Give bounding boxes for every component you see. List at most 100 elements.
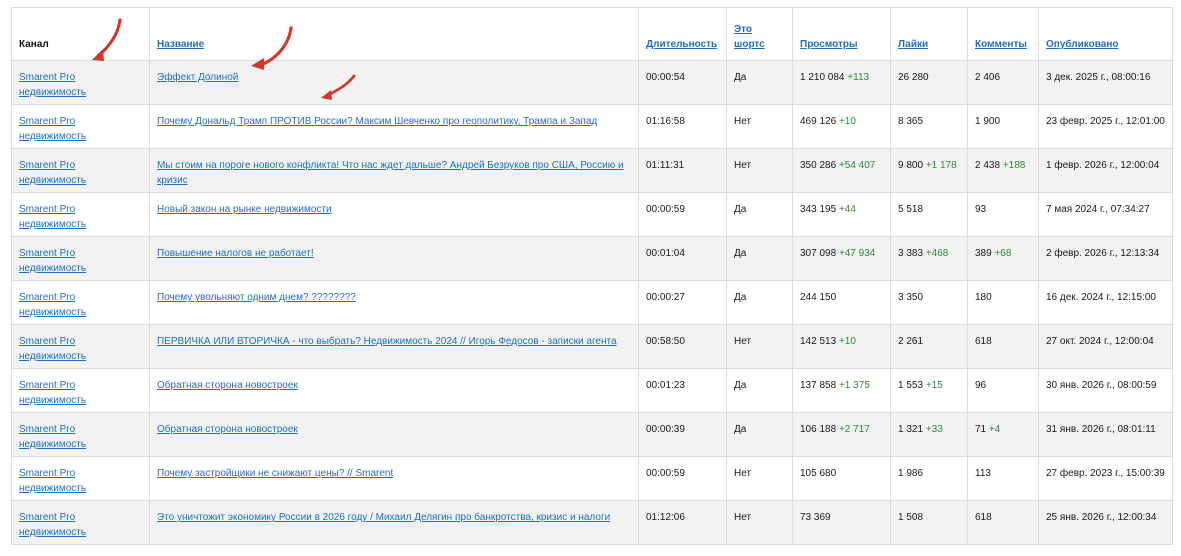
cell-title: Почему застройщики не снижают цены? // S… xyxy=(149,456,639,501)
video-title-link[interactable]: Это уничтожит экономику России в 2026 го… xyxy=(157,512,610,523)
views-value: 106 188 xyxy=(800,424,837,435)
header-comments[interactable]: Комменты xyxy=(967,7,1039,61)
table-row: Smarent Pro недвижимость Обратная сторона… xyxy=(11,368,1173,413)
videos-table: Канал Название Длительность Это шортс Пр… xyxy=(11,7,1173,545)
cell-published: 25 янв. 2026 г., 12:00:34 xyxy=(1038,500,1173,545)
channel-link[interactable]: Smarent Pro недвижимость xyxy=(19,468,86,494)
views-delta: +44 xyxy=(838,204,856,215)
channel-link[interactable]: Smarent Pro недвижимость xyxy=(19,160,86,186)
channel-link[interactable]: Smarent Pro недвижимость xyxy=(19,424,86,450)
cell-duration: 01:12:06 xyxy=(638,500,727,545)
duration-value: 00:00:39 xyxy=(646,424,685,435)
cell-duration: 00:00:59 xyxy=(638,192,727,237)
video-title-link[interactable]: Повышение налогов не работает! xyxy=(157,248,314,259)
header-views[interactable]: Просмотры xyxy=(792,7,891,61)
cell-channel: Smarent Pro недвижимость xyxy=(11,324,150,369)
channel-link[interactable]: Smarent Pro недвижимость xyxy=(19,292,86,318)
sort-title-link[interactable]: Название xyxy=(157,39,204,50)
cell-title: Обратная сторона новостроек xyxy=(149,368,639,413)
video-title-link[interactable]: Обратная сторона новостроек xyxy=(157,424,298,435)
views-delta: +10 xyxy=(838,116,856,127)
video-title-link[interactable]: Эффект Долиной xyxy=(157,72,238,83)
published-value: 27 окт. 2024 г., 12:00:04 xyxy=(1046,336,1154,347)
channel-link[interactable]: Smarent Pro недвижимость xyxy=(19,72,86,98)
comments-value: 2 438 xyxy=(975,160,1001,171)
header-likes[interactable]: Лайки xyxy=(890,7,968,61)
views-delta: +113 xyxy=(847,72,870,83)
comments-value: 180 xyxy=(975,292,992,303)
cell-title: Почему увольняют одним днем? ???????? xyxy=(149,280,639,325)
channel-link[interactable]: Smarent Pro недвижимость xyxy=(19,248,86,274)
video-title-link[interactable]: Обратная сторона новостроек xyxy=(157,380,298,391)
comments-value: 1 900 xyxy=(975,116,1001,127)
channel-link[interactable]: Smarent Pro недвижимость xyxy=(19,512,86,538)
cell-comments: 618 xyxy=(967,500,1039,545)
cell-views: 343 195 +44 xyxy=(792,192,891,237)
video-title-link[interactable]: Мы стоим на пороге нового конфликта! Что… xyxy=(157,160,624,186)
cell-title: Обратная сторона новостроек xyxy=(149,412,639,457)
cell-shorts: Нет xyxy=(726,500,793,545)
cell-views: 307 098 +47 934 xyxy=(792,236,891,281)
table-row: Smarent Pro недвижимость ПЕРВИЧКА ИЛИ ВТО… xyxy=(11,324,1173,369)
channel-link[interactable]: Smarent Pro недвижимость xyxy=(19,336,86,362)
sort-shorts-link[interactable]: Это шортс xyxy=(734,24,765,50)
video-title-link[interactable]: Почему Дональд Трамп ПРОТИВ России? Макс… xyxy=(157,116,597,127)
cell-title: Эффект Долиной xyxy=(149,60,639,105)
comments-value: 618 xyxy=(975,336,992,347)
video-title-link[interactable]: Почему увольняют одним днем? ???????? xyxy=(157,292,356,303)
published-value: 27 февр. 2023 г., 15:00:39 xyxy=(1046,468,1165,479)
views-value: 469 126 xyxy=(800,116,837,127)
published-value: 30 янв. 2026 г., 08:00:59 xyxy=(1046,380,1157,391)
comments-value: 2 406 xyxy=(975,72,1001,83)
sort-views-link[interactable]: Просмотры xyxy=(800,39,858,50)
published-value: 16 дек. 2024 г., 12:15:00 xyxy=(1046,292,1156,303)
header-duration[interactable]: Длительность xyxy=(638,7,727,61)
cell-likes: 1 508 xyxy=(890,500,968,545)
cell-channel: Smarent Pro недвижимость xyxy=(11,280,150,325)
likes-delta: +1 178 xyxy=(925,160,957,171)
video-title-link[interactable]: Новый закон на рынке недвижимости xyxy=(157,204,332,215)
cell-title: Мы стоим на пороге нового конфликта! Что… xyxy=(149,148,639,193)
header-shorts[interactable]: Это шортс xyxy=(726,7,793,61)
cell-shorts: Нет xyxy=(726,104,793,149)
duration-value: 01:12:06 xyxy=(646,512,685,523)
cell-channel: Smarent Pro недвижимость xyxy=(11,192,150,237)
shorts-value: Нет xyxy=(734,160,752,171)
views-delta: +1 375 xyxy=(838,380,870,391)
table-row: Smarent Pro недвижимость Почему увольняют… xyxy=(11,280,1173,325)
likes-value: 2 261 xyxy=(898,336,924,347)
header-channel: Канал xyxy=(11,7,150,61)
cell-views: 244 150 xyxy=(792,280,891,325)
cell-comments: 618 xyxy=(967,324,1039,369)
channel-link[interactable]: Smarent Pro недвижимость xyxy=(19,380,86,406)
header-published[interactable]: Опубликовано xyxy=(1038,7,1173,61)
cell-views: 137 858 +1 375 xyxy=(792,368,891,413)
sort-likes-link[interactable]: Лайки xyxy=(898,39,928,50)
cell-comments: 2 406 xyxy=(967,60,1039,105)
sort-comments-link[interactable]: Комменты xyxy=(975,39,1027,50)
cell-title: Почему Дональд Трамп ПРОТИВ России? Макс… xyxy=(149,104,639,149)
header-title[interactable]: Название xyxy=(149,7,639,61)
cell-channel: Smarent Pro недвижимость xyxy=(11,148,150,193)
video-title-link[interactable]: Почему застройщики не снижают цены? // S… xyxy=(157,468,393,479)
cell-comments: 180 xyxy=(967,280,1039,325)
channel-link[interactable]: Smarent Pro недвижимость xyxy=(19,116,86,142)
cell-comments: 93 xyxy=(967,192,1039,237)
duration-value: 00:01:23 xyxy=(646,380,685,391)
published-value: 23 февр. 2025 г., 12:01:00 xyxy=(1046,116,1165,127)
cell-channel: Smarent Pro недвижимость xyxy=(11,368,150,413)
likes-delta: +33 xyxy=(925,424,943,435)
sort-published-link[interactable]: Опубликовано xyxy=(1046,39,1119,50)
cell-published: 1 февр. 2026 г., 12:00:04 xyxy=(1038,148,1173,193)
video-title-link[interactable]: ПЕРВИЧКА ИЛИ ВТОРИЧКА - что выбрать? Нед… xyxy=(157,336,617,347)
cell-published: 30 янв. 2026 г., 08:00:59 xyxy=(1038,368,1173,413)
channel-link[interactable]: Smarent Pro недвижимость xyxy=(19,204,86,230)
sort-duration-link[interactable]: Длительность xyxy=(646,39,717,50)
likes-value: 1 986 xyxy=(898,468,924,479)
red-dotted-arrow-icon xyxy=(251,26,293,70)
views-value: 350 286 xyxy=(800,160,837,171)
cell-title: ПЕРВИЧКА ИЛИ ВТОРИЧКА - что выбрать? Нед… xyxy=(149,324,639,369)
likes-value: 8 365 xyxy=(898,116,924,127)
views-value: 142 513 xyxy=(800,336,837,347)
table-row: Smarent Pro недвижимость Почему Дональд Т… xyxy=(11,104,1173,149)
